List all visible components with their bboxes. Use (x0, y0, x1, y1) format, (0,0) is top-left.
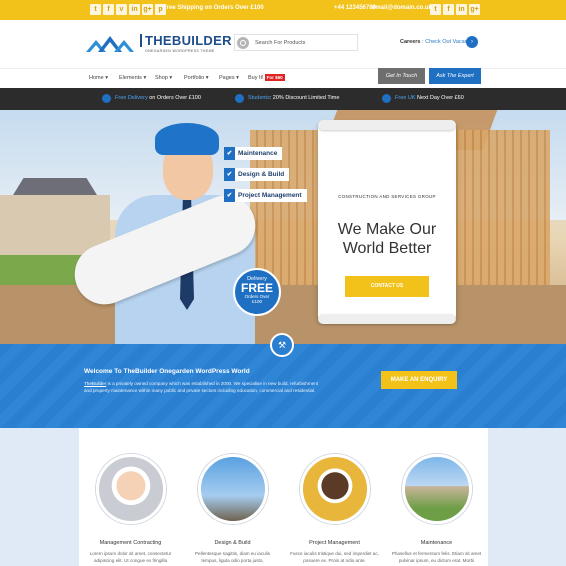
ask-expert-button[interactable]: Ask The Expert (429, 68, 481, 84)
welcome-heading: Welcome To TheBuilder Onegarden WordPres… (84, 368, 250, 375)
site-header: THEBUILDER ONEGARDEN WORDPRESS THEME Car… (0, 20, 566, 68)
nav-item-home[interactable]: Home ▾ (89, 75, 108, 81)
service-desc: Phasellus et fermentum felis. Etiam sit … (391, 551, 482, 563)
price-badge: For $60 (264, 74, 285, 81)
service-card-project-management[interactable]: Project Management Fusce iaculis tristiq… (283, 428, 386, 566)
service-title: Management Contracting (99, 540, 162, 546)
twitter-icon[interactable]: t (430, 4, 441, 15)
nav-item-shop[interactable]: Shop ▾ (155, 75, 172, 81)
search-icon[interactable] (237, 37, 249, 49)
worker-image (300, 454, 370, 524)
contact-us-button[interactable]: CONTACT US (345, 276, 429, 297)
service-title: Project Management (309, 540, 360, 546)
plane-icon (102, 94, 111, 103)
builder-icon: ⚒ (270, 333, 294, 357)
nav-item-buy[interactable]: Buy It! For $60 (248, 74, 285, 81)
logo-title[interactable]: THEBUILDER (140, 34, 232, 47)
free-delivery-badge: Delivery FREE Orders Over £100 (233, 268, 281, 316)
make-enquiry-button[interactable]: MAKE AN ENQUIRY (381, 371, 457, 389)
nav-item-elements[interactable]: Elements ▾ (119, 75, 146, 81)
vimeo-icon[interactable]: v (116, 4, 127, 15)
googleplus-icon[interactable]: g+ (142, 4, 153, 15)
students-info: Students: 20% Discount Limited Time (248, 95, 340, 101)
service-desc: Fusce iaculis tristique dui, sed imperdi… (290, 551, 379, 563)
twitter-icon[interactable]: t (90, 4, 101, 15)
service-title: Design & Build (214, 540, 251, 546)
hero-headline: We Make Our World Better (337, 221, 437, 257)
student-icon (235, 94, 244, 103)
linkedin-icon[interactable]: in (456, 4, 467, 15)
top-bar: t f v in g+ p Free Shipping on Orders Ov… (0, 0, 566, 20)
welcome-text: TheBuilder is a privately owned company … (84, 381, 319, 393)
service-desc: Lorem ipsum dolor sit amet, consectetur … (89, 551, 172, 563)
feature-checklist: Maintenance Design & Build Project Manag… (224, 142, 307, 205)
shipping-text: Free Shipping on Orders Over £100 (163, 5, 264, 11)
hero-kicker: CONSTRUCTION AND SERVICES GROUP (338, 194, 436, 199)
search-box (234, 34, 358, 51)
nav-item-pages[interactable]: Pages ▾ (219, 75, 239, 81)
hero-slider[interactable]: Maintenance Design & Build Project Manag… (0, 110, 566, 344)
service-desc: Pellentesque sagittis, diam eu iaculis t… (194, 551, 271, 563)
info-bar: Free Delivery on Orders Over £100 Studen… (0, 88, 566, 110)
social-links-right: t f in g+ (430, 4, 480, 15)
check-maintenance: Maintenance (224, 147, 283, 160)
careers-arrow-icon[interactable]: › (466, 36, 478, 48)
search-input[interactable] (255, 37, 355, 49)
social-links: t f v in g+ p (90, 4, 166, 15)
crane-image (198, 454, 268, 524)
check-project-management: Project Management (224, 189, 307, 202)
service-card-maintenance[interactable]: Maintenance Phasellus et fermentum felis… (385, 428, 488, 566)
next-day-info: Free UK Next Day Over £60 (395, 95, 464, 101)
nav-item-portfolio[interactable]: Portfolio ▾ (184, 75, 208, 81)
check-design-build: Design & Build (224, 168, 290, 181)
linkedin-icon[interactable]: in (129, 4, 140, 15)
careers-label: Careers (400, 39, 421, 45)
main-nav: Home ▾ Elements ▾ Shop ▾ Portfolio ▾ Pag… (0, 68, 566, 88)
facebook-icon[interactable]: f (443, 4, 454, 15)
send-icon (382, 94, 391, 103)
service-title: Maintenance (420, 540, 453, 546)
house-image (402, 454, 472, 524)
email-text[interactable]: email@domain.co.uk (372, 5, 432, 11)
service-card-management-contracting[interactable]: Management Contracting Lorem ipsum dolor… (79, 428, 182, 566)
hero-scroll-card: CONSTRUCTION AND SERVICES GROUP We Make … (318, 120, 456, 324)
phone-text[interactable]: +44 123456789 (334, 5, 376, 11)
hard-hat-icon (155, 123, 219, 155)
logo-roofs-icon[interactable] (86, 34, 136, 52)
services-section: Management Contracting Lorem ipsum dolor… (0, 428, 566, 566)
woman-hardhat-image (96, 454, 166, 524)
brand-link[interactable]: TheBuilder (84, 381, 106, 386)
logo-subtitle: ONEGARDEN WORDPRESS THEME (145, 49, 215, 53)
delivery-info: Free Delivery on Orders Over £100 (115, 95, 201, 101)
service-card-design-build[interactable]: Design & Build Pellentesque sagittis, di… (181, 428, 284, 566)
facebook-icon[interactable]: f (103, 4, 114, 15)
get-in-touch-button[interactable]: Get In Touch (378, 68, 425, 84)
googleplus-icon[interactable]: g+ (469, 4, 480, 15)
